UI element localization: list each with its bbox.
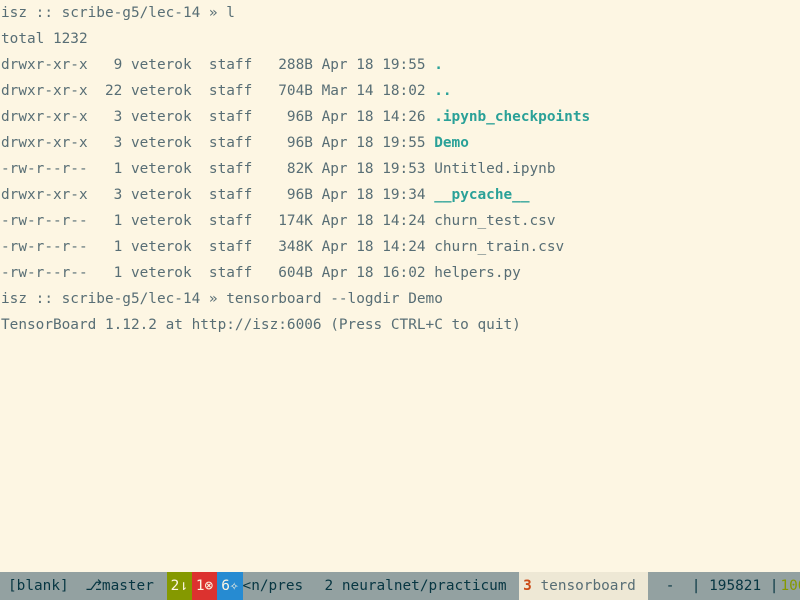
listing-dir-name: .ipynb_checkpoints xyxy=(434,109,591,125)
git-branch: ⎇master xyxy=(76,578,163,594)
listing-row: drwxr-xr-x 9 veterok staff 288B Apr 18 1… xyxy=(1,52,443,78)
terminal-output[interactable]: isz :: scribe-g5/lec-14 » l total 1232 d… xyxy=(0,0,800,572)
window-index: 2 xyxy=(324,578,334,594)
listing-row: drwxr-xr-x 3 veterok staff 96B Apr 18 19… xyxy=(1,182,530,208)
session-name[interactable]: [blank] xyxy=(0,572,73,600)
window-tab-3-active[interactable]: 3 tensorboard xyxy=(519,572,649,600)
window-tab-2[interactable]: 2 neuralnet/practicum xyxy=(321,572,520,600)
listing-meta: -rw-r--r-- 1 veterok staff 174K Apr 18 1… xyxy=(1,213,435,229)
listing-dir-name: .. xyxy=(434,83,452,99)
listing-file-name: churn_test.csv xyxy=(434,213,556,229)
listing-meta: drwxr-xr-x 22 veterok staff 704B Mar 14 … xyxy=(1,83,435,99)
total-line: total 1232 xyxy=(1,31,88,47)
listing-meta: -rw-r--r-- 1 veterok staff 82K Apr 18 19… xyxy=(1,161,435,177)
window-title: tensorboard xyxy=(531,578,645,594)
listing-meta: drwxr-xr-x 3 veterok staff 96B Apr 18 19… xyxy=(1,187,435,203)
tmux-status-bar: [blank] ⎇master 2⇂ 1⊗ 6✧ <n/pres 2 neura… xyxy=(0,572,800,600)
listing-row: drwxr-xr-x 3 veterok staff 96B Apr 18 14… xyxy=(1,104,590,130)
listing-row: drwxr-xr-x 3 veterok staff 96B Apr 18 19… xyxy=(1,130,469,156)
listing-dir-name: Demo xyxy=(434,135,469,151)
window-tab-1[interactable]: <n/pres xyxy=(243,572,321,600)
listing-dir-name: . xyxy=(434,57,443,73)
listing-row: -rw-r--r-- 1 veterok staff 604B Apr 18 1… xyxy=(1,260,521,286)
command-line: isz :: scribe-g5/lec-14 » tensorboard --… xyxy=(1,291,443,307)
listing-row: -rw-r--r-- 1 veterok staff 82K Apr 18 19… xyxy=(1,156,556,182)
listing-file-name: helpers.py xyxy=(434,265,521,281)
listing-row: drwxr-xr-x 22 veterok staff 704B Mar 14 … xyxy=(1,78,452,104)
prompt-line: isz :: scribe-g5/lec-14 » l xyxy=(1,5,235,21)
listing-file-name: Untitled.ipynb xyxy=(434,161,556,177)
status-separator: - xyxy=(648,578,692,594)
listing-file-name: churn_train.csv xyxy=(434,239,565,255)
listing-meta: drwxr-xr-x 3 veterok staff 96B Apr 18 19… xyxy=(1,135,435,151)
listing-meta: drwxr-xr-x 9 veterok staff 288B Apr 18 1… xyxy=(1,57,435,73)
window-index: 3 xyxy=(523,578,532,594)
git-ahead-count: 2⇂ xyxy=(166,572,192,600)
window-title: neuralnet/practicum xyxy=(333,578,516,594)
git-modified-count: 6✧ xyxy=(217,572,243,600)
command-output: TensorBoard 1.12.2 at http://isz:6006 (P… xyxy=(1,317,521,333)
listing-row: -rw-r--r-- 1 veterok staff 348K Apr 18 1… xyxy=(1,234,564,260)
listing-meta: drwxr-xr-x 3 veterok staff 96B Apr 18 14… xyxy=(1,109,435,125)
listing-row: -rw-r--r-- 1 veterok staff 174K Apr 18 1… xyxy=(1,208,556,234)
listing-meta: -rw-r--r-- 1 veterok staff 348K Apr 18 1… xyxy=(1,239,435,255)
listing-dir-name: __pycache__ xyxy=(434,187,530,203)
status-counter: | 195821 | xyxy=(691,578,779,594)
listing-meta: -rw-r--r-- 1 veterok staff 604B Apr 18 1… xyxy=(1,265,435,281)
battery-percent: 100% xyxy=(780,578,800,594)
git-error-count: 1⊗ xyxy=(191,572,218,600)
